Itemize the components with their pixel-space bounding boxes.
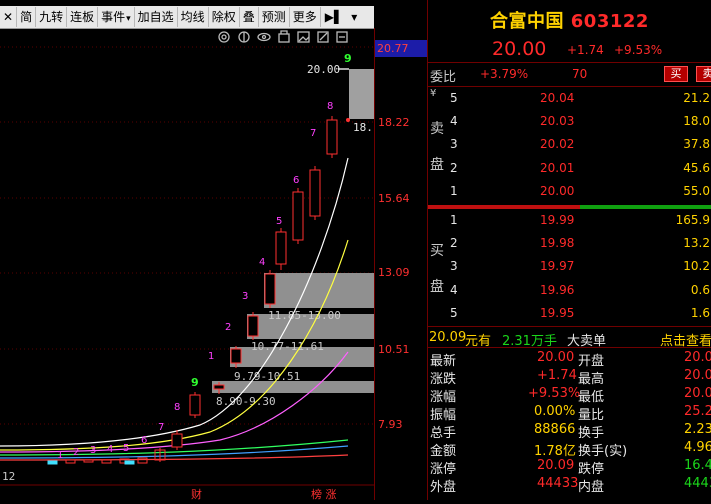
- stock-name: 合富中国: [490, 11, 564, 32]
- zone-label: 8.90-9.30: [216, 395, 276, 408]
- td-count: 7: [310, 128, 316, 139]
- event-marker[interactable]: 财: [191, 487, 202, 501]
- image-icon[interactable]: [297, 31, 310, 43]
- jiuzhuan-button[interactable]: 九转: [36, 7, 68, 27]
- left-edge-label: 12: [2, 470, 15, 483]
- order-ratio-label: 委比: [430, 70, 457, 85]
- td-count-9: 9: [191, 376, 199, 389]
- last-price-label: 18.: [353, 121, 373, 134]
- ex-rights-button[interactable]: 除权: [209, 7, 240, 27]
- order-ratio-value: 70: [572, 67, 588, 81]
- eye-icon[interactable]: [257, 32, 271, 42]
- collapse-arrow-icon[interactable]: ▶▌: [321, 7, 347, 27]
- td-count: 1: [208, 351, 214, 362]
- td-count: 8: [174, 402, 180, 413]
- quote-panel: 合富中国 603122 20.00 +1.74 +9.53% 委比 +3.79%…: [427, 0, 711, 500]
- zone-label: 11.85-13.00: [268, 309, 341, 322]
- close-icon[interactable]: ✕: [0, 7, 18, 27]
- overlay-button[interactable]: 叠: [240, 7, 259, 27]
- add-watchlist-button[interactable]: 加自选: [135, 7, 178, 27]
- td-count: 4: [107, 444, 113, 455]
- ask-row[interactable]: 4 20.03 18.0: [428, 114, 711, 134]
- settings-icon[interactable]: [218, 31, 230, 43]
- order-ratio-pct: +3.79%: [480, 67, 529, 81]
- bid-ask-balance-bar: [428, 205, 711, 209]
- order-ratio-row: 委比 +3.79% 70 买 卖: [428, 64, 711, 85]
- price-change-pct: +9.53%: [614, 43, 663, 57]
- chevron-down-icon[interactable]: ▾: [347, 7, 361, 27]
- chart-toolbar: ✕ 简 九转 连板 事件 加自选 均线 除权 叠 预测 更多 ▶▌ ▾: [0, 6, 374, 29]
- trade-price: 20.09: [429, 330, 467, 345]
- simple-button[interactable]: 简: [17, 7, 37, 27]
- td-count: 5: [276, 216, 282, 227]
- td-count: 3: [242, 291, 248, 302]
- td-count: 5: [123, 443, 129, 454]
- current-price: 20.00: [492, 38, 547, 60]
- y-tick: 13.09: [378, 266, 410, 279]
- ask-row[interactable]: 1 20.00 55.0: [428, 184, 711, 204]
- lianban-button[interactable]: 连板: [67, 7, 99, 27]
- zone-label: 10.77-11.61: [251, 340, 324, 353]
- price-axis: 20.77 18.22 15.64 13.09 10.51 7.93: [374, 28, 427, 500]
- bid-row[interactable]: 5 19.95 1.6: [428, 306, 711, 326]
- events-dropdown[interactable]: 事件: [98, 7, 135, 27]
- td-count: 6: [141, 435, 147, 446]
- td-count: 1: [57, 450, 63, 461]
- y-tick: 18.22: [378, 116, 410, 129]
- forecast-button[interactable]: 预测: [259, 7, 290, 27]
- adjust-icon[interactable]: [238, 31, 250, 43]
- td-count: 2: [73, 447, 79, 458]
- event-marker[interactable]: 榜 涨: [311, 487, 337, 501]
- max-price-label: 20.77: [375, 40, 427, 57]
- high-price-label: 20.00: [307, 63, 340, 76]
- moving-average-button[interactable]: 均线: [178, 7, 209, 27]
- bid-row[interactable]: 2 19.98 13.2: [428, 236, 711, 256]
- minus-square-icon[interactable]: [336, 31, 348, 43]
- y-tick: 15.64: [378, 192, 410, 205]
- big-order-line[interactable]: 20.09 元有 2.31万手 大卖单 点击查看: [428, 328, 711, 349]
- bid-row[interactable]: 3 19.97 10.2: [428, 259, 711, 279]
- ask-row[interactable]: 2 20.01 45.6: [428, 161, 711, 181]
- price-change: +1.74: [567, 43, 604, 57]
- ask-row[interactable]: 5 20.04 21.2: [428, 91, 711, 111]
- td-count: 3: [90, 445, 96, 456]
- stock-title: 合富中国 603122: [490, 7, 649, 33]
- more-button[interactable]: 更多: [290, 7, 321, 27]
- zone-box: [264, 273, 374, 308]
- bag-icon[interactable]: [278, 30, 290, 43]
- td-count: 7: [158, 422, 164, 433]
- y-tick: 10.51: [378, 343, 410, 356]
- edit-icon[interactable]: [317, 31, 329, 43]
- buy-button[interactable]: 买: [664, 66, 688, 82]
- ask-row[interactable]: 3 20.02 37.8: [428, 137, 711, 157]
- zone-label: 9.79-10.51: [234, 370, 300, 383]
- td-count: 8: [327, 101, 333, 112]
- y-tick: 7.93: [378, 418, 403, 431]
- td-count: 6: [293, 175, 299, 186]
- kline-chart[interactable]: 11.85-13.00 10.77-11.61 9.79-10.51 8.90-…: [0, 28, 374, 501]
- bid-row[interactable]: 4 19.96 0.6: [428, 283, 711, 303]
- td-count: 4: [259, 257, 265, 268]
- sell-button[interactable]: 卖: [696, 66, 711, 82]
- td-count: 2: [225, 322, 231, 333]
- bid-row[interactable]: 1 19.99 165.9: [428, 213, 711, 233]
- stock-code: 603122: [570, 11, 649, 32]
- td-count-9: 9: [344, 52, 352, 65]
